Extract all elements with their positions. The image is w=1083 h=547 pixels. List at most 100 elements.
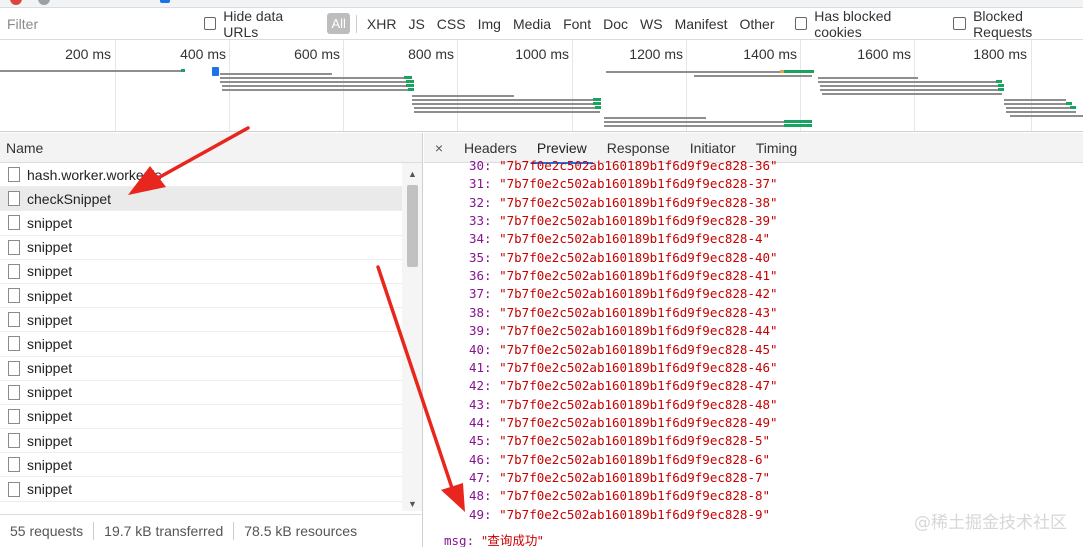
request-name: snippet [27,335,73,352]
grid-line [457,40,458,131]
file-icon [8,408,20,424]
request-row[interactable]: snippet [0,357,402,381]
waterfall-bar [820,85,998,87]
type-filter-js[interactable]: JS [408,16,424,32]
request-name: snippet [27,408,73,425]
request-row[interactable]: snippet [0,477,402,502]
json-string: "7b7f0e2c502ab160189b1f6d9f9ec828-47" [499,378,778,394]
json-key: 38: [469,304,492,320]
transferred-size: 19.7 kB transferred [104,523,224,539]
filter-input[interactable] [4,10,190,37]
record-icon[interactable] [10,0,22,5]
json-key: 30: [469,158,492,173]
request-row[interactable]: snippet [0,284,402,309]
scroll-thumb[interactable] [407,185,418,267]
json-key: 33: [469,213,492,229]
request-row[interactable]: snippet [0,405,402,430]
type-filter-img[interactable]: Img [478,16,501,32]
type-filter-all[interactable]: All [327,13,350,34]
file-icon [8,433,20,449]
type-filter-doc[interactable]: Doc [603,16,628,32]
waterfall-bar [998,84,1004,87]
file-icon [8,336,20,352]
json-string: "查询成功" [481,533,544,547]
type-filter-css[interactable]: CSS [437,16,466,32]
waterfall-bar [998,88,1004,91]
checkbox-icon [794,17,808,30]
json-key: 48: [469,488,492,504]
clear-icon[interactable] [38,0,50,5]
waterfall-bar [404,76,412,79]
waterfall-bar [408,88,414,91]
blocked-requests-checkbox[interactable]: Blocked Requests [953,8,1083,40]
type-filter-ws[interactable]: WS [640,16,663,32]
type-filter-media[interactable]: Media [513,16,551,32]
request-row[interactable]: snippet [0,260,402,284]
msg-line: msg: "查询成功" [444,530,543,547]
grid-line [800,40,801,131]
request-list-scrollbar[interactable]: ▲ ▼ [402,163,422,511]
json-string: "7b7f0e2c502ab160189b1f6d9f9ec828-37" [499,176,778,192]
type-filter-font[interactable]: Font [563,16,591,32]
tick-label: 200 ms [65,46,111,62]
file-icon [8,191,20,207]
file-icon [8,263,20,279]
json-array-entry: 37: "7b7f0e2c502ab160189b1f6d9f9ec828-42… [469,286,778,304]
json-string: "7b7f0e2c502ab160189b1f6d9f9ec828-8" [499,488,771,504]
json-array-entry: 30: "7b7f0e2c502ab160189b1f6d9f9ec828-36… [469,158,778,176]
json-preview[interactable]: 30: "7b7f0e2c502ab160189b1f6d9f9ec828-36… [424,158,1083,547]
has-blocked-cookies-checkbox[interactable]: Has blocked cookies [794,7,940,40]
waterfall-bar [1070,106,1076,109]
request-row-selected[interactable]: checkSnippet [0,187,402,212]
json-array-entry: 34: "7b7f0e2c502ab160189b1f6d9f9ec828-4" [469,231,770,249]
waterfall-bar [822,93,1002,95]
request-list: hash.worker.worker.js checkSnippet snipp… [0,163,402,511]
checkbox-icon [953,17,967,30]
json-array-entry: 41: "7b7f0e2c502ab160189b1f6d9f9ec828-46… [469,360,778,378]
filter-bar: Hide data URLs All XHR JS CSS Img Media … [0,8,1083,40]
json-string: "7b7f0e2c502ab160189b1f6d9f9ec828-42" [499,286,778,302]
json-array-entry: 35: "7b7f0e2c502ab160189b1f6d9f9ec828-40… [469,250,778,268]
scroll-down-icon[interactable]: ▼ [402,497,422,511]
name-column-header[interactable]: Name [0,133,422,163]
waterfall-bar [784,120,812,123]
request-detail-panel: × Headers Preview Response Initiator Tim… [424,133,1083,547]
request-row[interactable]: snippet [0,453,402,478]
waterfall-bar [784,70,814,73]
json-key: 37: [469,286,492,302]
waterfall-bar [212,67,219,76]
waterfall-bar [1006,111,1076,113]
tick-label: 400 ms [180,46,226,62]
json-key: 47: [469,469,492,485]
has-blocked-cookies-label: Has blocked cookies [814,7,892,40]
json-array-entry: 42: "7b7f0e2c502ab160189b1f6d9f9ec828-47… [469,378,778,396]
type-filter-other[interactable]: Other [739,16,774,32]
request-row[interactable]: hash.worker.worker.js [0,163,402,188]
request-row[interactable]: snippet [0,332,402,357]
watermark: @稀土掘金技术社区 [914,513,1067,533]
request-row[interactable]: snippet [0,381,402,405]
hide-data-urls-checkbox[interactable]: Hide data URLs [203,8,320,40]
waterfall-bar [818,81,996,83]
json-string: "7b7f0e2c502ab160189b1f6d9f9ec828-46" [499,359,778,375]
file-icon [8,215,20,231]
file-icon [8,457,20,473]
tick-label: 1400 ms [743,46,797,62]
json-string: "7b7f0e2c502ab160189b1f6d9f9ec828-7" [499,469,771,485]
type-filter-manifest[interactable]: Manifest [675,16,728,32]
request-row[interactable]: snippet [0,308,402,333]
waterfall-bar [593,98,601,101]
preserve-log-checkbox-icon[interactable] [160,0,170,3]
request-name: snippet [27,384,73,401]
request-row[interactable]: snippet [0,211,402,236]
close-icon[interactable]: × [424,140,454,156]
request-row[interactable]: snippet [0,236,402,260]
type-filter-xhr[interactable]: XHR [367,16,397,32]
tick-label: 1200 ms [629,46,683,62]
json-key: 49: [469,506,492,522]
json-string: "7b7f0e2c502ab160189b1f6d9f9ec828-38" [499,194,778,210]
timeline-overview[interactable]: 200 ms 400 ms 600 ms 800 ms 1000 ms 1200… [0,40,1083,132]
request-row[interactable]: snippet [0,429,402,454]
scroll-up-icon[interactable]: ▲ [402,167,422,181]
waterfall-bar [0,70,182,72]
